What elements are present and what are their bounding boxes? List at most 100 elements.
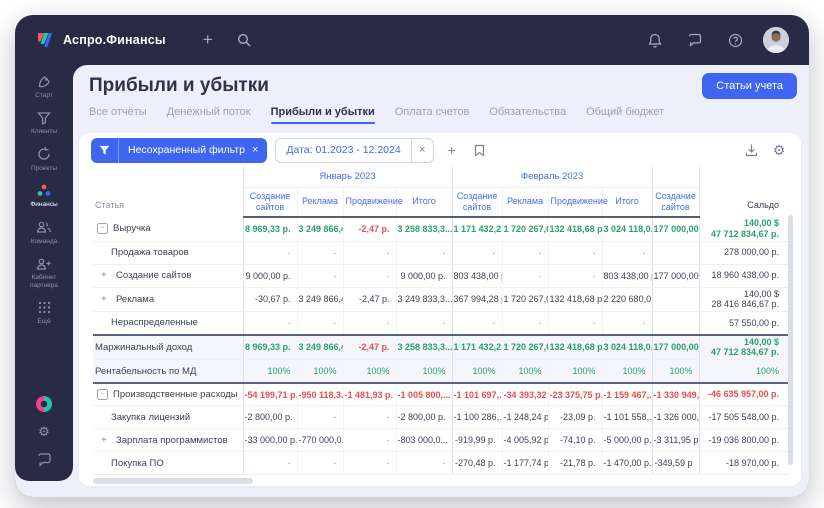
table-cell: 367 994,28 р. (452, 287, 502, 312)
accounting-articles-button[interactable]: Статьи учета (702, 73, 797, 99)
table-cell: -74,10 р. (548, 429, 602, 452)
row-label: Нераспределенные (93, 312, 243, 335)
sidebar-item-team[interactable]: Команда (17, 215, 71, 251)
support-icon[interactable] (35, 451, 53, 469)
column-header[interactable]: Создание сайтов (452, 187, 502, 217)
row-label: Продажа товаров (93, 241, 243, 264)
create-button[interactable]: + (196, 28, 220, 52)
unsaved-filter-close-icon[interactable]: × (252, 144, 267, 156)
expand-plus-icon[interactable]: + (101, 294, 111, 305)
filter-funnel-icon[interactable] (91, 138, 119, 163)
date-filter-chip[interactable]: Дата: 01.2023 - 12.2024 × (275, 138, 433, 163)
table-cell: - (548, 241, 602, 264)
table-cell: 3 249 866,4... (297, 335, 343, 360)
unsaved-filter-chip[interactable]: Несохраненный фильтр × (91, 138, 267, 163)
table-cell: 1 720 267,0... (502, 287, 548, 312)
column-header[interactable]: Реклама (297, 187, 343, 217)
pl-table: СтатьяЯнварь 2023Февраль 2023СальдоСозда… (93, 167, 789, 475)
tab-profit-loss[interactable]: Прибыли и убытки (271, 106, 375, 124)
table-cell: 177 000,00 р (652, 335, 699, 360)
column-header[interactable]: Создание сайтов (243, 187, 297, 217)
tab-all-reports[interactable]: Все отчёты (89, 106, 147, 124)
tab-cash-flow[interactable]: Денежный поток (167, 106, 251, 124)
filter-row: Несохраненный фильтр × Дата: 01.2023 - 1… (79, 133, 801, 167)
bookmark-icon[interactable] (470, 140, 490, 160)
column-header[interactable]: Создание сайтов (652, 187, 699, 217)
table-row[interactable]: Покупка ПО-----270,48 р.-1 177,74 р.-21,… (93, 452, 789, 475)
vertical-scrollbar[interactable] (788, 215, 793, 465)
expand-plus-icon[interactable]: + (101, 270, 111, 281)
table-cell: - (602, 241, 652, 264)
table-cell: -770 000,0... (297, 429, 343, 452)
column-header[interactable]: Продвижение (343, 187, 396, 217)
column-header[interactable]: Реклама (502, 187, 548, 217)
sidebar-item-more[interactable]: Ещё (17, 295, 71, 331)
table-row[interactable]: +Создание сайтов9 000,00 р.--9 000,00 р.… (93, 264, 789, 287)
table-cell: - (343, 264, 396, 287)
table-row[interactable]: Закупка лицензий-2 800,00 р.---2 800,00 … (93, 406, 789, 429)
table-cell: 3 024 118,0... (602, 217, 652, 241)
table-cell: 1 171 432,2... (452, 335, 502, 360)
expand-plus-icon[interactable]: + (101, 435, 111, 446)
table-cell: -1 470,00 р. (602, 452, 652, 475)
toggle-icon[interactable]: − (97, 223, 108, 234)
product-logo-icon[interactable] (35, 395, 53, 413)
report-card: Несохраненный фильтр × Дата: 01.2023 - 1… (79, 133, 801, 486)
partner-icon (36, 256, 53, 271)
sidebar-item-finance[interactable]: Финансы (17, 178, 71, 214)
saldo-cell: -46 635 957,00 р. (699, 383, 789, 406)
table-row[interactable]: Рентабельность по МД100%100%100%100%100%… (93, 360, 789, 383)
avatar[interactable] (763, 27, 789, 53)
row-label-text: Закупка лицензий (111, 412, 190, 423)
date-filter-close-icon[interactable]: × (411, 139, 433, 162)
table-row[interactable]: −Производственные расходы-54 199,71 р.-9… (93, 383, 789, 406)
column-header[interactable]: Продвижение (548, 187, 602, 217)
row-label: Рентабельность по МД (93, 360, 243, 383)
table-cell: 100% (243, 360, 297, 383)
table-cell: -1 481,93 р. (343, 383, 396, 406)
tab-bill-payment[interactable]: Оплата счетов (395, 106, 470, 124)
sidebar-item-start[interactable]: Старт (17, 69, 71, 105)
tab-obligations[interactable]: Обязательства (489, 106, 566, 124)
horizontal-scrollbar[interactable] (93, 478, 253, 484)
table-cell: 132 418,68 р. (548, 335, 602, 360)
table-cell: 803 438,00 р. (452, 264, 502, 287)
table-row[interactable]: +Зарплата программистов-33 000,00 р.-770… (93, 429, 789, 452)
row-label-text: Нераспределенные (111, 317, 198, 328)
topbar-right (643, 27, 789, 53)
table-row[interactable]: Маржинальный доход8 969,33 р.3 249 866,4… (93, 335, 789, 360)
table-cell: -33 000,00 р. (243, 429, 297, 452)
table-cell: -2,47 р. (343, 287, 396, 312)
sidebar-item-projects[interactable]: Проекты (17, 142, 71, 178)
tab-general-budget[interactable]: Общий бюджет (586, 106, 664, 124)
search-icon[interactable] (232, 28, 256, 52)
table-cell (652, 287, 699, 312)
help-icon[interactable] (723, 28, 747, 52)
table-row[interactable]: Продажа товаров--------278 000,00 р. (93, 241, 789, 264)
sidebar-item-partner[interactable]: Кабинет партнера (17, 251, 71, 295)
toggle-icon[interactable]: − (97, 389, 108, 400)
row-label-text: Выручка (113, 223, 151, 234)
brand[interactable]: Аспро.Финансы (35, 30, 166, 50)
saldo-cell: -19 036 800,00 р. (699, 429, 789, 452)
table-row[interactable]: +Реклама-30,67 р.3 249 866,4...-2,47 р.3… (93, 287, 789, 312)
table-cell: 1 720 267,0... (502, 217, 548, 241)
table-cell: 3 024 118,0... (602, 335, 652, 360)
table-cell: - (297, 264, 343, 287)
table-cell: 177 000,00 р (652, 264, 699, 287)
grid-icon (36, 300, 53, 315)
table-settings-icon[interactable]: ⚙ (769, 140, 789, 160)
chat-icon[interactable] (683, 28, 707, 52)
table-row[interactable]: Нераспределенные--------57 550,00 р. (93, 312, 789, 335)
download-icon[interactable] (741, 140, 761, 160)
table-cell: -5 000,00 р. (602, 429, 652, 452)
gear-icon[interactable]: ⚙ (35, 423, 53, 441)
column-header[interactable]: Итого (602, 187, 652, 217)
bell-icon[interactable] (643, 28, 667, 52)
table-row[interactable]: −Выручка8 969,33 р.3 249 866,4...-2,47 р… (93, 217, 789, 241)
add-filter-icon[interactable]: + (442, 140, 462, 160)
sidebar-item-clients[interactable]: Клиенты (17, 105, 71, 141)
table-cell: 1 171 432,2... (452, 217, 502, 241)
column-header[interactable]: Итого (396, 187, 452, 217)
sidebar: Старт Клиенты Прое (15, 65, 73, 481)
